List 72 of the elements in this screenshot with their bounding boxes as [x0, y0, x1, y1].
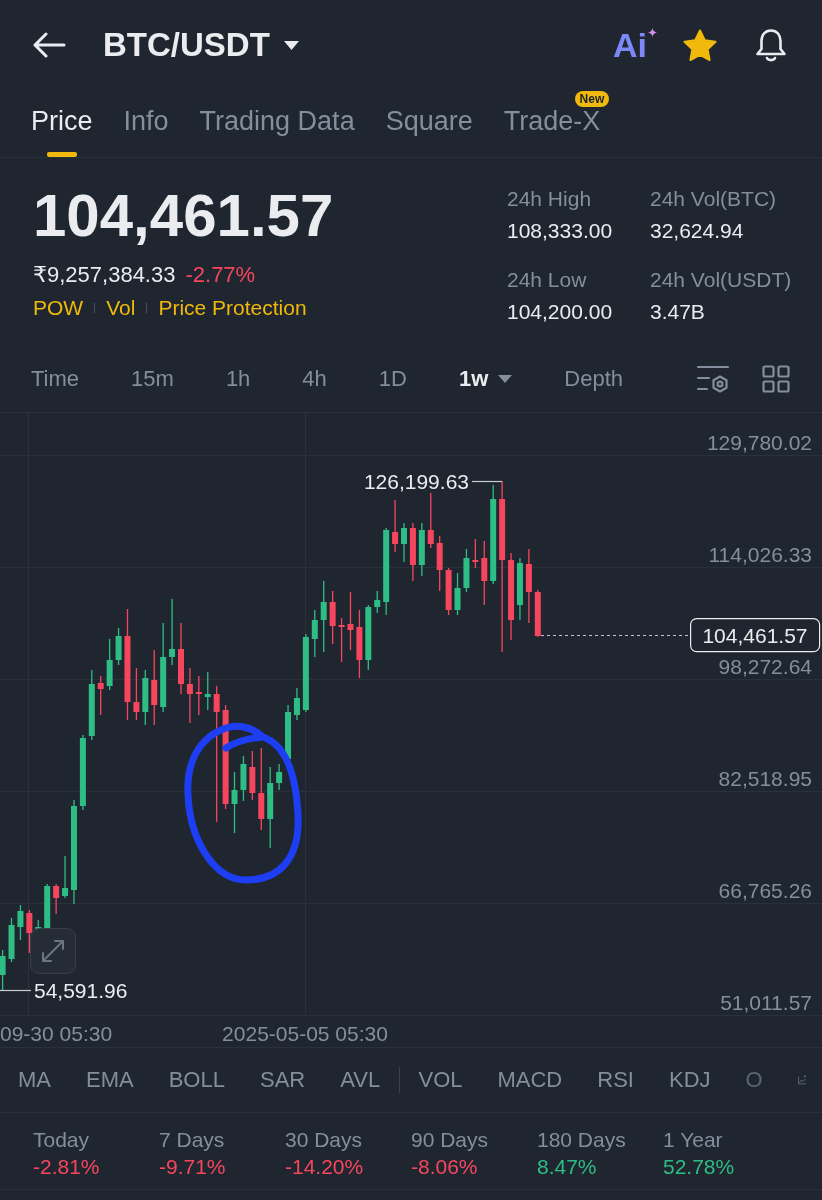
period-label: 180 Days [537, 1127, 627, 1153]
current-price-tag: 104,461.57 [690, 618, 821, 653]
info-tag[interactable]: Price Protection [158, 295, 307, 321]
period-change: -9.71% [159, 1154, 227, 1180]
indicator-tab[interactable]: AVL [340, 1065, 381, 1095]
interval-tab[interactable]: 1h [225, 363, 251, 394]
price-axis-label: 98,272.64 [718, 655, 812, 678]
stat-label: 24h High [507, 186, 593, 212]
period-label: 90 Days [411, 1127, 490, 1153]
price-axis-label: 66,765.26 [718, 879, 812, 902]
indicator-tab[interactable]: SAR [259, 1065, 306, 1095]
info-tag[interactable]: POW [33, 295, 84, 321]
interval-tab[interactable]: 1D [378, 363, 407, 394]
price-axis-label: 129,780.02 [706, 431, 812, 454]
expand-icon[interactable] [30, 928, 76, 974]
tab[interactable]: Info [123, 108, 169, 157]
tab[interactable]: Square [385, 108, 473, 157]
leader-line [471, 480, 503, 483]
stat-value: 108,333.00 [507, 218, 614, 244]
stat-label: 24h Low [507, 267, 588, 293]
fiat-price: ₹9,257,384.33 [33, 262, 176, 288]
period-label: 30 Days [285, 1127, 364, 1153]
indicator-tab[interactable]: RSI [597, 1065, 634, 1095]
leader-line [0, 989, 32, 992]
hexagon-list-icon[interactable] [696, 364, 730, 393]
back-arrow-icon[interactable] [32, 32, 66, 58]
period-change: -8.06% [411, 1154, 479, 1180]
price-axis-label: 51,011.57 [720, 991, 812, 1014]
time-axis-label: 2025-05-05 05:30 [222, 1022, 388, 1045]
period-label: 7 Days [159, 1127, 226, 1153]
period-label: Today [33, 1127, 91, 1153]
info-tag[interactable]: Vol [106, 295, 136, 321]
price-change: -2.77% [185, 262, 256, 288]
star-icon[interactable] [683, 29, 717, 61]
interval-tab[interactable]: 4h [302, 363, 327, 394]
stat-value: 104,200.00 [507, 299, 614, 325]
high-price-label: 126,199.63 [363, 469, 469, 493]
period-change: -14.20% [285, 1154, 365, 1180]
new-badge: New [574, 91, 610, 107]
indicator-tab[interactable]: MACD [497, 1065, 563, 1095]
stat-value: 3.47B [650, 299, 706, 325]
last-price: 104,461.57 [33, 184, 335, 248]
ai-button[interactable]: Ai [613, 27, 647, 63]
indicator-tab[interactable]: BOLL [168, 1065, 225, 1095]
time-axis-label: 09-30 05:30 [0, 1022, 113, 1045]
indicator-tab[interactable]: KDJ [668, 1065, 711, 1095]
pair-selector[interactable]: BTC/USDT [103, 25, 299, 65]
indicator-tab[interactable]: VOL [418, 1065, 463, 1095]
indicator-tab[interactable]: MA [18, 1065, 51, 1095]
low-price-label: 54,591.96 [34, 979, 128, 1002]
tab[interactable]: Trade-X [503, 108, 601, 157]
interval-tab[interactable]: 1w [458, 363, 513, 394]
indicator-tab[interactable]: O [745, 1065, 763, 1095]
price-axis-label: 82,518.95 [718, 767, 812, 790]
stat-label: 24h Vol(USDT) [650, 267, 793, 293]
indicator-tab[interactable]: EMA [86, 1065, 134, 1095]
period-change: -2.81% [33, 1154, 101, 1180]
interval-tab[interactable]: Time [31, 363, 80, 394]
stat-value: 32,624.94 [650, 218, 745, 244]
tab[interactable]: Price [31, 108, 93, 157]
grid-icon[interactable] [762, 364, 790, 393]
interval-tab[interactable]: Depth [564, 363, 624, 394]
caret-down-icon [283, 40, 299, 50]
interval-tab[interactable]: 15m [131, 363, 174, 394]
tab[interactable]: Trading Data [199, 108, 355, 157]
stat-label: 24h Vol(BTC) [650, 186, 778, 212]
bell-icon[interactable] [754, 27, 788, 63]
period-label: 1 Year [663, 1127, 724, 1153]
sparkle-icon [648, 28, 657, 37]
period-change: 8.47% [537, 1154, 598, 1180]
period-change: 52.78% [663, 1154, 736, 1180]
price-axis-label: 114,026.33 [708, 543, 812, 566]
